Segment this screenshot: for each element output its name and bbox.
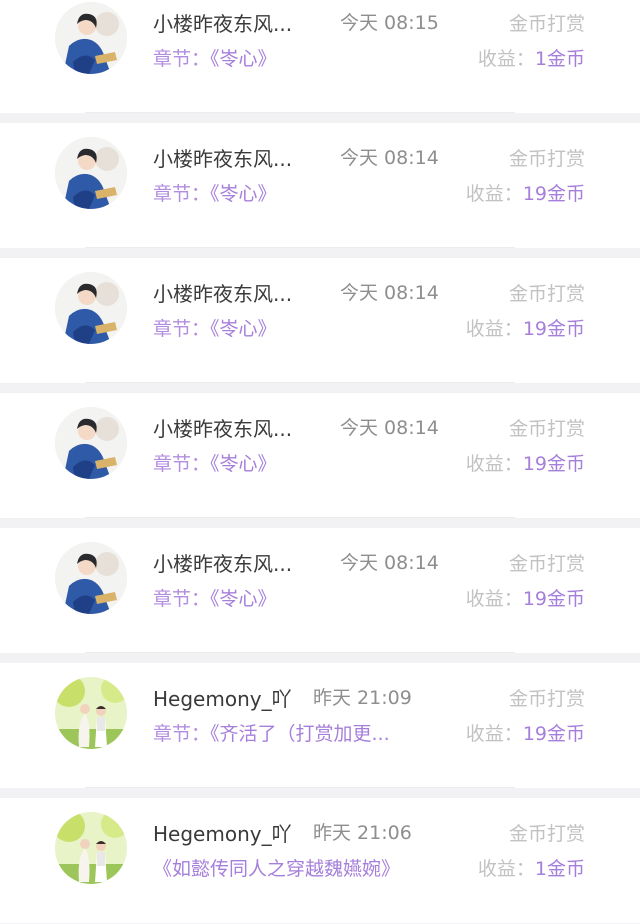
chapter-link[interactable]: 章节：《岺心》 xyxy=(153,179,277,206)
chapter-link[interactable]: 《如懿传同人之穿越魏嬿婉》 xyxy=(153,854,400,881)
reward-time: 今天 08:14 xyxy=(340,552,439,574)
chapter-link[interactable]: 章节：《岺心》 xyxy=(153,44,277,71)
reward-time: 今天 08:14 xyxy=(340,282,439,304)
reward-type: 金币打赏 xyxy=(508,418,585,440)
income: 收益：19金币 xyxy=(466,719,585,746)
chapter-label: 章节： xyxy=(153,723,211,745)
reward-time: 今天 08:15 xyxy=(340,12,439,34)
portrait-blue-robe-icon xyxy=(55,2,127,74)
income-label: 收益： xyxy=(465,453,523,475)
chapter-title: 《岺心》 xyxy=(210,588,277,610)
wedding-couple-icon xyxy=(55,812,127,884)
chapter-label: 章节： xyxy=(153,318,211,340)
income-amount: 1金币 xyxy=(534,858,585,880)
portrait-blue-robe-icon xyxy=(55,407,127,479)
avatar[interactable] xyxy=(55,137,127,209)
user-name[interactable]: 小楼昨夜东风... xyxy=(153,548,292,577)
chapter-title: 《如懿传同人之穿越魏嬿婉》 xyxy=(153,858,401,880)
portrait-blue-robe-icon xyxy=(55,137,127,209)
avatar[interactable] xyxy=(55,407,127,479)
chapter-label: 章节： xyxy=(153,453,211,475)
income-amount: 19金币 xyxy=(522,723,585,745)
divider xyxy=(85,652,515,653)
income-amount: 19金币 xyxy=(522,318,585,340)
income-label: 收益： xyxy=(477,858,535,880)
income: 收益：1金币 xyxy=(478,44,585,71)
chapter-link[interactable]: 章节：《岺心》 xyxy=(153,449,277,476)
income-amount: 19金币 xyxy=(522,588,585,610)
user-name[interactable]: 小楼昨夜东风... xyxy=(153,278,292,307)
reward-item[interactable]: 小楼昨夜东风... 今天 08:14 金币打赏 章节：《岺心》 收益：19金币 xyxy=(0,528,640,653)
avatar[interactable] xyxy=(55,2,127,74)
divider xyxy=(85,517,515,518)
income-label: 收益： xyxy=(465,588,523,610)
chapter-label: 章节： xyxy=(153,588,211,610)
income: 收益：19金币 xyxy=(466,314,585,341)
income-amount: 19金币 xyxy=(522,183,585,205)
reward-type: 金币打赏 xyxy=(508,688,585,710)
user-name[interactable]: Hegemony_吖 xyxy=(153,818,292,847)
reward-item[interactable]: 小楼昨夜东风... 今天 08:14 金币打赏 章节：《岺心》 收益：19金币 xyxy=(0,258,640,383)
avatar[interactable] xyxy=(55,272,127,344)
income-label: 收益： xyxy=(477,48,535,70)
wedding-couple-icon xyxy=(55,677,127,749)
income-label: 收益： xyxy=(465,183,523,205)
portrait-blue-robe-icon xyxy=(55,542,127,614)
divider xyxy=(85,787,515,788)
income: 收益：19金币 xyxy=(466,584,585,611)
reward-item[interactable]: 小楼昨夜东风... 今天 08:14 金币打赏 章节：《岺心》 收益：19金币 xyxy=(0,123,640,248)
income-amount: 19金币 xyxy=(522,453,585,475)
reward-type: 金币打赏 xyxy=(508,148,585,170)
chapter-title: 《岺心》 xyxy=(210,318,277,340)
user-name[interactable]: 小楼昨夜东风... xyxy=(153,8,292,37)
reward-type: 金币打赏 xyxy=(508,283,585,305)
reward-time: 今天 08:14 xyxy=(340,147,439,169)
reward-item[interactable]: Hegemony_吖 昨天 21:06 金币打赏 《如懿传同人之穿越魏嬿婉》 收… xyxy=(0,798,640,923)
chapter-link[interactable]: 章节：《岺心》 xyxy=(153,314,277,341)
chapter-title: 《岺心》 xyxy=(210,183,277,205)
divider xyxy=(85,247,515,248)
divider xyxy=(85,112,515,113)
chapter-link[interactable]: 章节：《岺心》 xyxy=(153,584,277,611)
income: 收益：19金币 xyxy=(466,449,585,476)
income-amount: 1金币 xyxy=(534,48,585,70)
chapter-label: 章节： xyxy=(153,48,211,70)
income-label: 收益： xyxy=(465,723,523,745)
income: 收益：19金币 xyxy=(466,179,585,206)
reward-item[interactable]: Hegemony_吖 昨天 21:09 金币打赏 章节：《齐活了（打赏加更...… xyxy=(0,663,640,788)
reward-time: 昨天 21:06 xyxy=(313,822,412,844)
reward-item[interactable]: 小楼昨夜东风... 今天 08:14 金币打赏 章节：《岺心》 收益：19金币 xyxy=(0,393,640,518)
reward-time: 今天 08:14 xyxy=(340,417,439,439)
divider xyxy=(85,382,515,383)
chapter-label: 章节： xyxy=(153,183,211,205)
reward-list: 小楼昨夜东风... 今天 08:15 金币打赏 章节：《岺心》 收益：1金币 小… xyxy=(0,0,640,924)
portrait-blue-robe-icon xyxy=(55,272,127,344)
chapter-title: 《岺心》 xyxy=(210,48,277,70)
reward-type: 金币打赏 xyxy=(508,553,585,575)
avatar[interactable] xyxy=(55,812,127,884)
income-label: 收益： xyxy=(465,318,523,340)
user-name[interactable]: 小楼昨夜东风... xyxy=(153,143,292,172)
reward-item[interactable]: 小楼昨夜东风... 今天 08:15 金币打赏 章节：《岺心》 收益：1金币 xyxy=(0,0,640,113)
reward-time: 昨天 21:09 xyxy=(313,687,412,709)
user-name[interactable]: 小楼昨夜东风... xyxy=(153,413,292,442)
reward-type: 金币打赏 xyxy=(508,823,585,845)
avatar[interactable] xyxy=(55,677,127,749)
income: 收益：1金币 xyxy=(478,854,585,881)
reward-type: 金币打赏 xyxy=(508,13,585,35)
user-name[interactable]: Hegemony_吖 xyxy=(153,683,292,712)
chapter-title: 《岺心》 xyxy=(210,453,277,475)
chapter-title: 《齐活了（打赏加更... xyxy=(210,723,390,745)
chapter-link[interactable]: 章节：《齐活了（打赏加更... xyxy=(153,719,390,746)
avatar[interactable] xyxy=(55,542,127,614)
